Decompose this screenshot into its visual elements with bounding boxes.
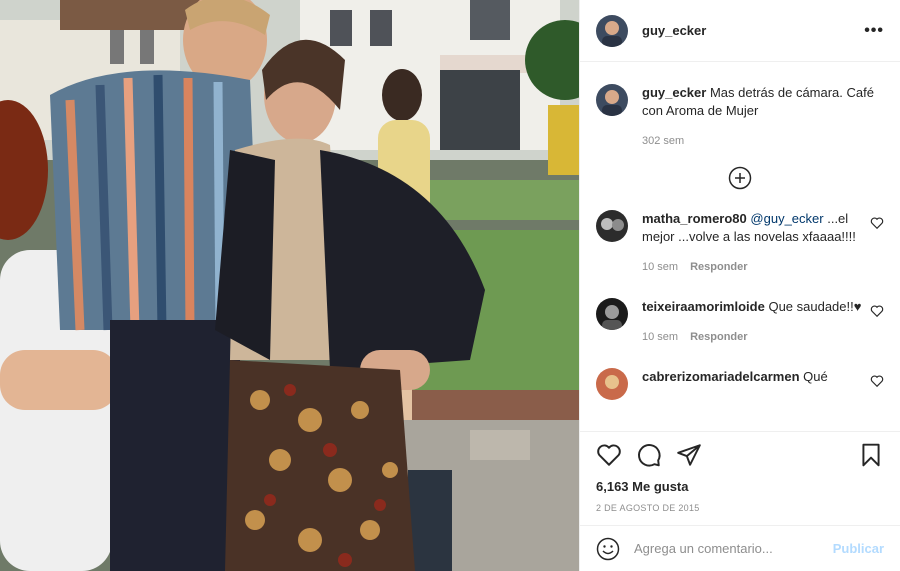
- heart-icon[interactable]: [870, 374, 884, 388]
- add-comment-bar: Publicar: [580, 525, 900, 571]
- comment: matha_romero80 @guy_ecker ...el mejor ..…: [596, 210, 884, 276]
- likes-count[interactable]: 6,163 Me gusta: [580, 477, 900, 497]
- post-photo[interactable]: [0, 0, 579, 571]
- avatar[interactable]: [596, 368, 628, 400]
- comment-text: Qué: [803, 369, 828, 384]
- timestamp[interactable]: 10 sem: [642, 331, 678, 343]
- comment: cabrerizomariadelcarmen Qué: [596, 368, 884, 400]
- timestamp[interactable]: 10 sem: [642, 261, 678, 273]
- publish-button[interactable]: Publicar: [833, 541, 884, 556]
- post-sidebar: guy_ecker ••• guy_ecker Mas detrás de cá…: [579, 0, 900, 571]
- load-more-comments[interactable]: [596, 166, 884, 190]
- caption-username[interactable]: guy_ecker: [642, 85, 706, 100]
- post-header: guy_ecker •••: [580, 0, 900, 62]
- avatar[interactable]: [596, 210, 628, 242]
- comment-mention[interactable]: @guy_ecker: [750, 211, 823, 226]
- heart-icon[interactable]: [870, 216, 884, 230]
- caption-body: guy_ecker Mas detrás de cámara. Café con…: [642, 84, 884, 150]
- post-image: [0, 0, 579, 571]
- reply-button[interactable]: Responder: [690, 261, 747, 273]
- post-username[interactable]: guy_ecker: [642, 23, 706, 38]
- action-bar: [580, 431, 900, 477]
- plus-circle-icon[interactable]: [728, 166, 752, 190]
- caption: guy_ecker Mas detrás de cámara. Café con…: [596, 84, 884, 150]
- comment-icon[interactable]: [636, 442, 662, 468]
- avatar[interactable]: [596, 84, 628, 116]
- avatar[interactable]: [596, 298, 628, 330]
- comment-meta: 10 sem Responder: [642, 328, 862, 346]
- avatar[interactable]: [596, 14, 628, 47]
- emoji-icon[interactable]: [596, 537, 620, 561]
- heart-icon[interactable]: [596, 442, 622, 468]
- comment-body: teixeiraamorimloide Que saudade!!♥ 10 se…: [642, 298, 862, 346]
- comment-username[interactable]: cabrerizomariadelcarmen: [642, 369, 800, 384]
- comment: teixeiraamorimloide Que saudade!!♥ 10 se…: [596, 298, 884, 346]
- caption-time: 302 sem: [642, 132, 884, 150]
- comment-body: matha_romero80 @guy_ecker ...el mejor ..…: [642, 210, 862, 276]
- comment-text: Que saudade!!♥: [768, 299, 862, 314]
- bookmark-icon[interactable]: [858, 442, 884, 468]
- comment-username[interactable]: teixeiraamorimloide: [642, 299, 765, 314]
- comment-meta: 10 sem Responder: [642, 258, 862, 276]
- comments-list[interactable]: guy_ecker Mas detrás de cámara. Café con…: [580, 62, 900, 431]
- comment-body: cabrerizomariadelcarmen Qué: [642, 368, 862, 386]
- reply-button[interactable]: Responder: [690, 331, 747, 343]
- heart-icon[interactable]: [870, 304, 884, 318]
- post-date[interactable]: 2 DE AGOSTO DE 2015: [580, 497, 900, 525]
- more-options-icon[interactable]: •••: [864, 22, 884, 40]
- share-icon[interactable]: [676, 442, 702, 468]
- comment-username[interactable]: matha_romero80: [642, 211, 747, 226]
- timestamp[interactable]: 302 sem: [642, 135, 684, 147]
- post-view: guy_ecker ••• guy_ecker Mas detrás de cá…: [0, 0, 900, 571]
- comment-input[interactable]: [634, 541, 833, 556]
